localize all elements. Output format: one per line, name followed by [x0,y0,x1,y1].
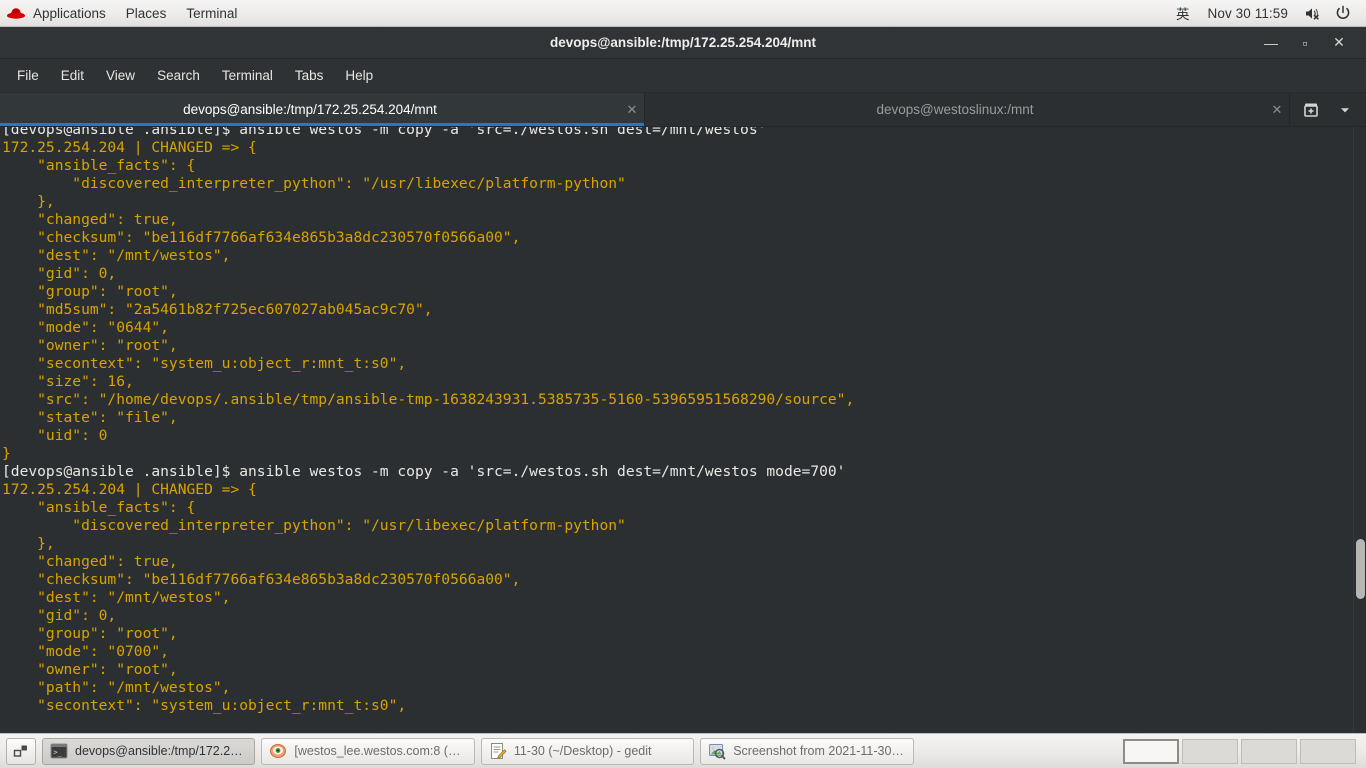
terminal-output-line: 172.25.254.204 | CHANGED => { [2,481,257,498]
taskbar-item-terminal[interactable]: >_ devops@ansible:/tmp/172.25.254.2… [42,737,256,765]
tab-westoslinux-mnt[interactable]: devops@westoslinux:/mnt ✕ [645,93,1290,126]
tabbar-actions [1290,93,1366,126]
terminal-output-line: "discovered_interpreter_python": "/usr/l… [2,517,626,534]
terminal-output-line: "mode": "0700", [2,643,169,660]
terminal-output-line: "discovered_interpreter_python": "/usr/l… [2,175,626,192]
top-panel-right: 英 Nov 30 11:59 [1167,0,1366,26]
terminal-output-line: "src": "/home/devops/.ansible/tmp/ansibl… [2,391,855,408]
terminal-output-line: "secontext": "system_u:object_r:mnt_t:s0… [2,697,407,714]
taskbar-item-vnc[interactable]: [westos_lee.westos.com:8 (westos)… [261,737,475,765]
taskbar-item-gedit[interactable]: 11-30 (~/Desktop) - gedit [480,737,695,765]
menu-help[interactable]: Help [334,59,384,92]
terminal-app-menu-label: Terminal [186,5,238,21]
terminal-output-line: "owner": "root", [2,661,178,678]
terminal-output-line: "size": 16, [2,373,134,390]
terminal-output-line: "checksum": "be116df7766af634e865b3a8dc2… [2,571,521,588]
terminal-output-line: "group": "root", [2,283,178,300]
terminal-output-line: "ansible_facts": { [2,499,196,516]
tab-ansible-mnt[interactable]: devops@ansible:/tmp/172.25.254.204/mnt ✕ [0,93,645,126]
tab-close-icon[interactable]: ✕ [620,102,644,118]
menu-file[interactable]: File [6,59,50,92]
workspace-2[interactable] [1182,738,1239,764]
terminal-output-line: "checksum": "be116df7766af634e865b3a8dc2… [2,229,521,246]
workspace-switcher [1123,738,1360,764]
taskbar-item-screenshot[interactable]: Screenshot from 2021-11-30 11-4… [700,737,914,765]
terminal-output-line: "dest": "/mnt/westos", [2,247,231,264]
terminal-output-line: "path": "/mnt/westos", [2,679,231,696]
terminal-output-line: }, [2,193,55,210]
menu-tabs[interactable]: Tabs [284,59,335,92]
terminal-tabbar: devops@ansible:/tmp/172.25.254.204/mnt ✕… [0,93,1366,127]
window-titlebar: devops@ansible:/tmp/172.25.254.204/mnt —… [0,27,1366,59]
tab-label: devops@ansible:/tmp/172.25.254.204/mnt [183,102,437,117]
taskbar-item-label: Screenshot from 2021-11-30 11-4… [733,744,905,758]
taskbar-item-label: 11-30 (~/Desktop) - gedit [513,744,652,758]
workspace-1[interactable] [1123,738,1180,764]
taskbar-item-label: devops@ansible:/tmp/172.25.254.2… [75,744,248,758]
terminal-output-line: "gid": 0, [2,265,117,282]
terminal-output-area[interactable]: [devops@ansible .ansible]$ ansible westo… [0,127,1366,733]
top-panel-left: Applications Places Terminal [0,0,247,26]
menu-terminal[interactable]: Terminal [211,59,284,92]
gnome-top-panel: Applications Places Terminal 英 Nov 30 11… [0,0,1366,27]
terminal-menubar: File Edit View Search Terminal Tabs Help [0,59,1366,93]
input-method-indicator[interactable]: 英 [1167,3,1199,23]
terminal-output-line: }, [2,535,55,552]
terminal-icon: >_ [50,742,68,760]
window-title: devops@ansible:/tmp/172.25.254.204/mnt [549,35,817,50]
terminal-output-line: "changed": true, [2,553,178,570]
chevron-down-icon[interactable] [1332,97,1358,123]
terminal-output-line: "group": "root", [2,625,178,642]
places-menu-label: Places [125,5,167,21]
terminal-text: [devops@ansible .ansible]$ ansible westo… [0,127,1353,733]
terminal-output-line: "changed": true, [2,211,178,228]
show-desktop-icon[interactable] [6,737,36,765]
taskbar-item-label: [westos_lee.westos.com:8 (westos)… [294,744,466,758]
terminal-output-line: "state": "file", [2,409,178,426]
terminal-output-line: "owner": "root", [2,337,178,354]
menu-view[interactable]: View [95,59,146,92]
power-icon[interactable] [1328,5,1358,21]
terminal-output-line: "mode": "0644", [2,319,169,336]
terminal-output-line: 172.25.254.204 | CHANGED => { [2,139,257,156]
redhat-fedora-icon [6,6,26,21]
terminal-output-line: "ansible_facts": { [2,157,196,174]
menu-edit[interactable]: Edit [50,59,95,92]
workspace-3[interactable] [1241,738,1298,764]
image-viewer-icon [708,742,726,760]
scrollbar-thumb[interactable] [1356,539,1365,599]
terminal-output-line: "secontext": "system_u:object_r:mnt_t:s0… [2,355,407,372]
applications-menu-label: Applications [33,5,106,21]
terminal-output-line: "dest": "/mnt/westos", [2,589,231,606]
workspace-4[interactable] [1300,738,1357,764]
svg-text:>_: >_ [53,749,62,757]
terminal-output-line: "uid": 0 [2,427,108,444]
terminal-window: devops@ansible:/tmp/172.25.254.204/mnt —… [0,27,1366,733]
applications-menu[interactable]: Applications [0,0,116,26]
bottom-taskbar: >_ devops@ansible:/tmp/172.25.254.2… [we… [0,733,1366,768]
terminal-output-line: "gid": 0, [2,607,117,624]
menu-search[interactable]: Search [146,59,211,92]
terminal-app-menu[interactable]: Terminal [176,0,247,26]
minimize-button[interactable]: — [1254,27,1288,59]
window-controls: — ▫ ✕ [1254,27,1366,58]
speaker-muted-icon[interactable] [1297,6,1328,21]
terminal-scrollbar[interactable] [1353,127,1366,733]
vnc-viewer-icon [269,742,287,760]
clock[interactable]: Nov 30 11:59 [1198,6,1297,21]
terminal-output-line: } [2,445,11,462]
tab-label: devops@westoslinux:/mnt [876,102,1034,117]
places-menu[interactable]: Places [116,0,177,26]
terminal-prompt-line: [devops@ansible .ansible]$ ansible westo… [2,463,846,480]
close-button[interactable]: ✕ [1322,27,1356,59]
maximize-button[interactable]: ▫ [1288,27,1322,59]
gedit-icon [489,742,507,760]
terminal-output-line: "md5sum": "2a5461b82f725ec607027ab045ac9… [2,301,433,318]
new-tab-icon[interactable] [1298,97,1324,123]
terminal-prompt-line: [devops@ansible .ansible]$ ansible westo… [2,127,767,138]
tab-close-icon[interactable]: ✕ [1265,102,1289,118]
